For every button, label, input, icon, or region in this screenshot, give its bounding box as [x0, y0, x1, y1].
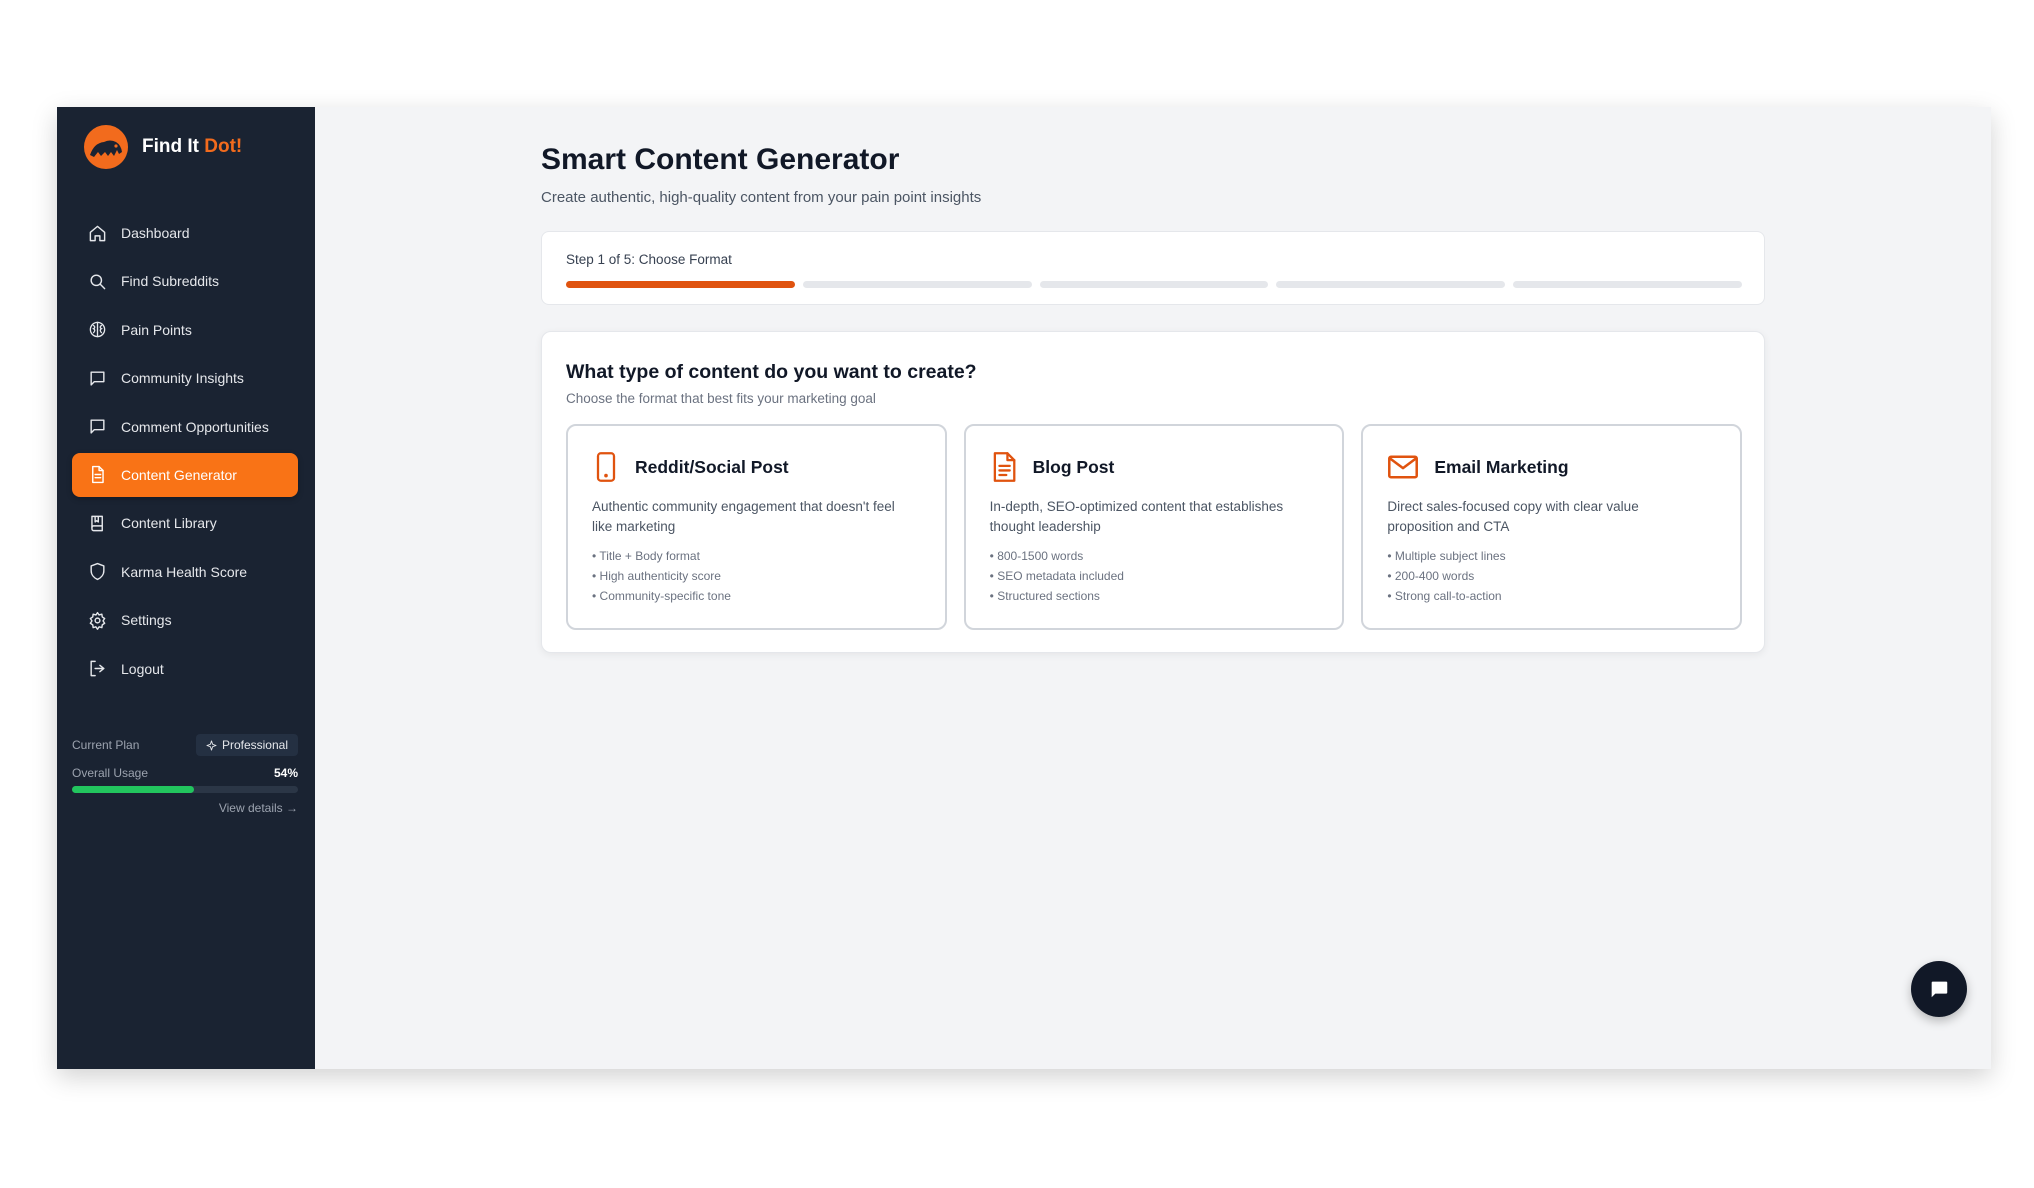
format-option-email-marketing[interactable]: Email Marketing Direct sales-focused cop… [1361, 424, 1743, 630]
sidebar-item-label: Community Insights [121, 370, 244, 387]
option-bullet: • Strong call-to-action [1387, 589, 1502, 603]
plan-label: Current Plan [72, 738, 140, 752]
option-description: Authentic community engagement that does… [592, 499, 895, 534]
sidebar-item-label: Settings [121, 612, 172, 629]
plan-badge: Professional [195, 734, 298, 756]
message-square-icon [90, 371, 105, 386]
sidebar-item-label: Content Generator [121, 466, 237, 483]
sidebar-item-community-insights[interactable]: Community Insights [72, 356, 298, 400]
usage-label: Overall Usage [72, 766, 149, 780]
shield-icon [90, 563, 105, 581]
sidebar-item-pain-points[interactable]: Pain Points [72, 308, 298, 352]
usage-value: 54% [273, 766, 298, 780]
sidebar-item-label: Pain Points [121, 321, 192, 338]
plan-panel: Current Plan Professional Overall Usage … [72, 734, 298, 815]
option-bullet: • Community-specific tone [592, 589, 731, 603]
option-description: In-depth, SEO-optimized content that est… [989, 499, 1284, 534]
step-progress-card: Step 1 of 5: Choose Format [541, 231, 1765, 305]
option-bullets: • Multiple subject lines • 200-400 words… [1387, 546, 1716, 606]
option-bullet: • High authenticity score [592, 569, 721, 583]
sidebar-item-comment-opportunities[interactable]: Comment Opportunities [72, 405, 298, 449]
option-title: Reddit/Social Post [635, 456, 789, 477]
brand-name-accent: Dot! [204, 136, 243, 157]
sidebar-item-label: Find Subreddits [121, 273, 220, 290]
option-bullet: • SEO metadata included [989, 569, 1124, 583]
usage-progress-fill [72, 786, 195, 793]
option-bullet: • Multiple subject lines [1387, 549, 1506, 563]
step-progress-bars [566, 281, 1742, 288]
step-bar-1 [566, 281, 795, 288]
option-description: Direct sales-focused copy with clear val… [1387, 499, 1639, 534]
file-text-icon [92, 466, 104, 484]
question-title: What type of content do you want to crea… [566, 361, 977, 383]
book-icon [91, 515, 103, 532]
option-bullet: • Structured sections [989, 589, 1100, 603]
option-bullet: • 200-400 words [1387, 569, 1475, 583]
brand-name: Find It Dot! [142, 136, 242, 158]
view-details-link[interactable]: View details → [72, 801, 298, 815]
chat-button[interactable] [1911, 961, 1967, 1017]
sidebar-item-content-generator[interactable]: Content Generator [72, 452, 298, 497]
sidebar-item-logout[interactable]: Logout [72, 647, 298, 691]
document-icon [993, 452, 1016, 482]
plan-badge-label: Professional [221, 738, 288, 752]
option-title: Blog Post [1032, 456, 1115, 477]
step-bar-2 [802, 281, 1032, 288]
option-bullet: • Title + Body format [592, 549, 700, 563]
sidebar-item-label: Comment Opportunities [121, 418, 269, 435]
sidebar-item-label: Content Library [121, 515, 217, 532]
step-label: Step 1 of 5: Choose Format [566, 252, 732, 267]
format-option-reddit-social-post[interactable]: Reddit/Social Post Authentic community e… [566, 424, 947, 630]
brand-name-main: Find It [142, 136, 199, 157]
page-subtitle: Create authentic, high-quality content f… [541, 189, 982, 206]
format-selection-card: What type of content do you want to crea… [541, 331, 1765, 653]
sidebar-nav: Dashboard Find Subreddits Pain Points Co… [72, 211, 298, 695]
brain-icon [89, 321, 106, 338]
step-bar-3 [1039, 281, 1269, 288]
search-icon [90, 274, 106, 290]
option-bullets: • Title + Body format • High authenticit… [592, 546, 921, 606]
step-bar-4 [1276, 281, 1506, 288]
step-bar-5 [1513, 281, 1742, 288]
smartphone-icon [596, 452, 616, 482]
sidebar-item-content-library[interactable]: Content Library [72, 501, 298, 545]
sidebar-item-label: Dashboard [121, 225, 190, 241]
app-window: Find It Dot! Dashboard Find Subreddits P… [57, 107, 1991, 1069]
chat-icon [1931, 981, 1948, 998]
option-title: Email Marketing [1434, 456, 1569, 477]
main-content: Smart Content Generator Create authentic… [315, 107, 1991, 1069]
option-bullet: • 800-1500 words [989, 549, 1084, 563]
option-bullets: • 800-1500 words • SEO metadata included… [990, 546, 1319, 606]
question-subtitle: Choose the format that best fits your ma… [566, 391, 876, 406]
sidebar-item-karma-health-score[interactable]: Karma Health Score [72, 550, 298, 594]
sidebar-item-find-subreddits[interactable]: Find Subreddits [72, 259, 298, 303]
sparkle-icon [206, 739, 217, 751]
sidebar-item-settings[interactable]: Settings [72, 598, 298, 642]
sidebar: Find It Dot! Dashboard Find Subreddits P… [57, 107, 315, 1069]
usage-progress-bar [72, 786, 298, 793]
sidebar-item-label: Logout [121, 660, 164, 677]
home-icon [89, 225, 106, 241]
sidebar-item-label: Karma Health Score [121, 563, 248, 580]
sidebar-item-dashboard[interactable]: Dashboard [72, 211, 298, 255]
gear-icon [89, 611, 106, 630]
message-square-icon [90, 419, 105, 434]
page-title: Smart Content Generator [541, 143, 900, 176]
brand[interactable]: Find It Dot! [84, 125, 242, 169]
logout-icon [90, 660, 105, 677]
logo-icon [84, 125, 128, 169]
format-option-blog-post[interactable]: Blog Post In-depth, SEO-optimized conten… [963, 424, 1345, 630]
format-options: Reddit/Social Post Authentic community e… [566, 424, 1743, 630]
mail-icon [1388, 455, 1419, 479]
